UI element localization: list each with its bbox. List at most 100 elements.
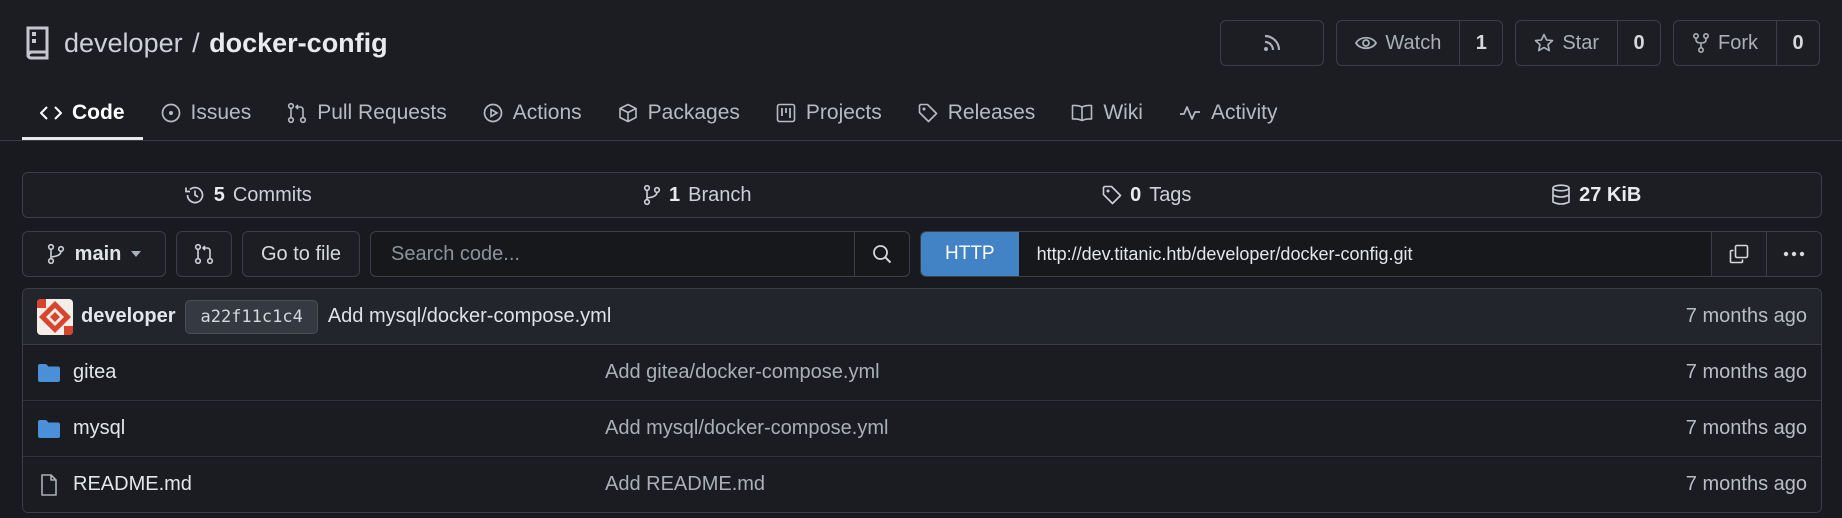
repo-title: developer / docker-config (24, 26, 388, 60)
commits-label: Commits (232, 183, 312, 206)
more-options-button[interactable] (1766, 232, 1821, 276)
kebab-horizontal-icon (1783, 251, 1805, 257)
file-commit-time: 7 months ago (1685, 473, 1807, 495)
copy-icon (1729, 244, 1749, 264)
tab-issues[interactable]: Issues (143, 88, 270, 138)
tab-wiki[interactable]: Wiki (1053, 88, 1161, 138)
code-icon (40, 105, 62, 120)
tab-label: Packages (647, 101, 740, 124)
tab-actions[interactable]: Actions (465, 88, 600, 138)
search-icon (873, 245, 892, 264)
tab-label: Projects (805, 101, 882, 124)
fork-button[interactable]: Fork (1674, 21, 1776, 65)
star-button-group: Star 0 (1515, 20, 1661, 66)
watch-label: Watch (1385, 31, 1442, 54)
file-name-link[interactable]: README.md (73, 473, 192, 496)
pull-request-icon (288, 102, 307, 124)
file-commit-time: 7 months ago (1685, 417, 1807, 439)
tab-pull-requests[interactable]: Pull Requests (269, 88, 465, 138)
rss-button[interactable] (1220, 20, 1325, 66)
commit-sha-link[interactable]: a22f11c1c4 (185, 299, 318, 334)
commits-count: 5 (213, 183, 225, 206)
folder-icon (38, 419, 60, 438)
compare-button[interactable] (176, 231, 232, 277)
search-button[interactable] (854, 232, 909, 276)
repo-header: developer / docker-config Watch 1 Star 0 (0, 0, 1842, 141)
branch-icon (47, 243, 64, 265)
fork-count[interactable]: 0 (1776, 21, 1819, 65)
repo-nav: Code Issues Pull Requests Actions Packag… (22, 88, 1295, 140)
pulse-icon (1179, 106, 1200, 120)
tab-label: Wiki (1103, 101, 1143, 124)
tab-projects[interactable]: Projects (758, 88, 900, 138)
file-commit-message-link[interactable]: Add README.md (605, 473, 1686, 496)
watch-count[interactable]: 1 (1459, 21, 1502, 65)
fork-label: Fork (1718, 31, 1758, 54)
clone-protocol-button[interactable]: HTTP (921, 232, 1019, 276)
issue-icon (161, 103, 180, 123)
code-search (370, 231, 910, 277)
tab-label: Code (72, 100, 125, 124)
tab-label: Releases (947, 101, 1036, 124)
file-row: mysql Add mysql/docker-compose.yml 7 mon… (23, 401, 1821, 457)
history-icon (184, 186, 204, 204)
branch-label: Branch (688, 183, 752, 206)
caret-down-icon (131, 251, 142, 257)
avatar[interactable] (37, 298, 73, 335)
branches-stat[interactable]: 1 Branch (473, 173, 923, 217)
tab-activity[interactable]: Activity (1161, 88, 1296, 138)
star-count[interactable]: 0 (1617, 21, 1660, 65)
commit-message-link[interactable]: Add mysql/docker-compose.yml (328, 305, 1686, 328)
play-icon (483, 103, 503, 123)
file-commit-time: 7 months ago (1685, 361, 1807, 383)
file-row: README.md Add README.md 7 months ago (23, 457, 1821, 512)
repo-owner-link[interactable]: developer (64, 28, 183, 58)
tag-icon (1102, 185, 1122, 205)
commit-time: 7 months ago (1685, 305, 1807, 327)
file-commit-message-link[interactable]: Add gitea/docker-compose.yml (605, 361, 1686, 384)
commits-stat[interactable]: 5 Commits (23, 173, 473, 217)
tab-label: Issues (190, 101, 252, 124)
repo-icon (24, 26, 50, 60)
fork-button-group: Fork 0 (1673, 20, 1820, 66)
tab-label: Pull Requests (317, 101, 447, 124)
branch-icon (643, 184, 661, 206)
book-icon (1072, 104, 1093, 122)
tag-icon (918, 103, 938, 123)
branch-name: main (74, 242, 122, 265)
file-list: developer a22f11c1c4 Add mysql/docker-co… (22, 288, 1822, 513)
tags-stat[interactable]: 0 Tags (922, 173, 1372, 217)
repo-actions: Watch 1 Star 0 Fork 0 (1220, 20, 1820, 66)
database-icon (1552, 184, 1570, 205)
tab-code[interactable]: Code (22, 88, 143, 140)
commit-author-link[interactable]: developer (81, 305, 175, 328)
clone-url-box: HTTP http://dev.titanic.htb/developer/do… (920, 231, 1822, 277)
rss-icon (1264, 34, 1281, 51)
star-icon (1535, 33, 1554, 52)
file-name-link[interactable]: gitea (73, 361, 116, 384)
file-commit-message-link[interactable]: Add mysql/docker-compose.yml (605, 417, 1686, 440)
copy-url-button[interactable] (1711, 232, 1766, 276)
branch-count: 1 (669, 183, 681, 206)
latest-commit-row: developer a22f11c1c4 Add mysql/docker-co… (23, 289, 1821, 345)
repo-name-link[interactable]: docker-config (209, 28, 388, 58)
tags-count: 0 (1130, 183, 1142, 206)
branch-dropdown[interactable]: main (22, 231, 166, 277)
clone-url[interactable]: http://dev.titanic.htb/developer/docker-… (1019, 232, 1711, 276)
tab-packages[interactable]: Packages (600, 88, 758, 138)
repo-toolbar: main Go to file HTTP http://dev.titanic.… (22, 231, 1822, 277)
star-button[interactable]: Star (1516, 21, 1617, 65)
tab-releases[interactable]: Releases (900, 88, 1054, 138)
pull-request-icon (194, 243, 214, 265)
tags-label: Tags (1149, 183, 1192, 206)
go-to-file-button[interactable]: Go to file (242, 231, 360, 277)
fork-icon (1693, 33, 1709, 53)
tab-label: Activity (1210, 101, 1278, 124)
file-name-link[interactable]: mysql (73, 417, 125, 440)
watch-button-group: Watch 1 (1336, 20, 1504, 66)
folder-icon (38, 363, 60, 382)
star-label: Star (1562, 31, 1599, 54)
search-input[interactable] (371, 232, 854, 276)
repo-stats-bar: 5 Commits 1 Branch 0 Tags 27 KiB (22, 172, 1822, 218)
watch-button[interactable]: Watch (1337, 21, 1459, 65)
